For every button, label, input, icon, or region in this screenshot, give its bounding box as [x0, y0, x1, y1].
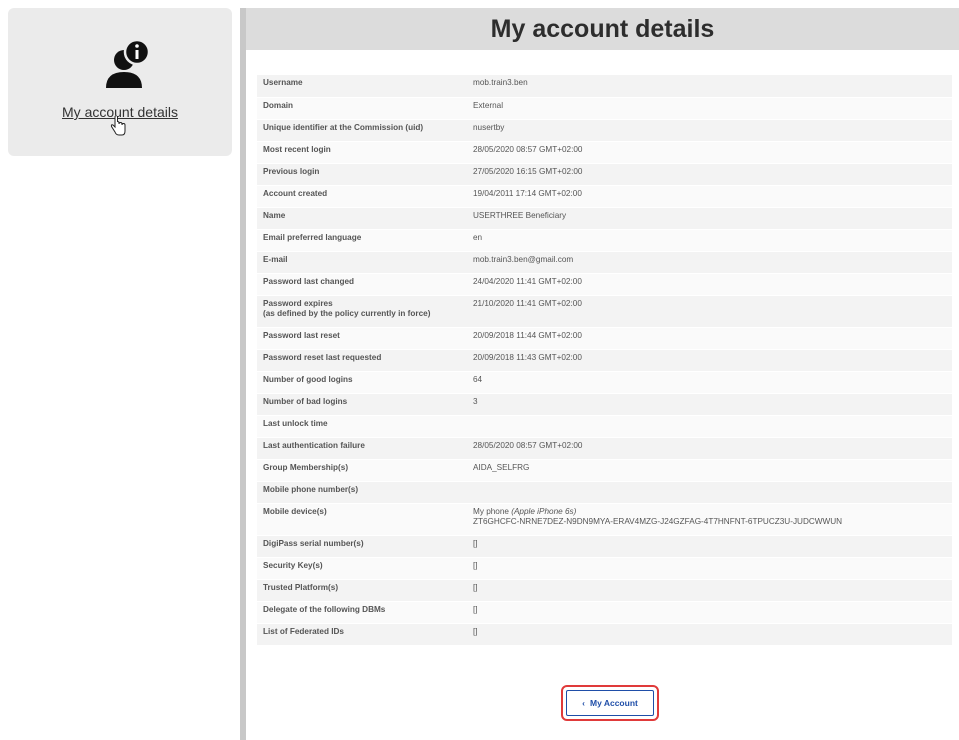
table-row: Password last changed 24/04/2020 11:41 GM… — [257, 273, 952, 296]
table-row: Group Membership(s) AIDA_SELFRG — [257, 459, 952, 482]
row-label: Unique identifier at the Commission (uid… — [257, 119, 467, 142]
row-label: Last unlock time — [257, 415, 467, 438]
row-value: nusertby — [467, 119, 952, 142]
row-value: 3 — [467, 393, 952, 416]
row-label: Mobile device(s) — [257, 503, 467, 536]
row-label: Last authentication failure — [257, 437, 467, 460]
device-model: (Apple iPhone 6s) — [511, 506, 577, 516]
hand-cursor-icon — [110, 116, 126, 136]
table-row: Mobile phone number(s) — [257, 481, 952, 504]
row-value: 24/04/2020 11:41 GMT+02:00 — [467, 273, 952, 296]
row-label: Password reset last requested — [257, 349, 467, 372]
row-value: mob.train3.ben@gmail.com — [467, 251, 952, 274]
table-row: Password last reset 20/09/2018 11:44 GMT+… — [257, 327, 952, 350]
table-row: Password expires (as defined by the poli… — [257, 295, 952, 328]
table-row: Last unlock time — [257, 415, 952, 438]
device-name: My phone (Apple iPhone 6s) — [473, 507, 946, 517]
row-label: Delegate of the following DBMs — [257, 601, 467, 624]
row-value: [] — [467, 579, 952, 602]
row-value: [] — [467, 535, 952, 558]
row-value: 27/05/2020 16:15 GMT+02:00 — [467, 163, 952, 186]
row-label: Number of bad logins — [257, 393, 467, 416]
row-label: Password expires (as defined by the poli… — [257, 295, 467, 328]
table-row: Number of good logins 64 — [257, 371, 952, 394]
row-value: 64 — [467, 371, 952, 394]
row-label: E-mail — [257, 251, 467, 274]
row-value: 19/04/2011 17:14 GMT+02:00 — [467, 185, 952, 208]
row-label-note: (as defined by the policy currently in f… — [263, 308, 431, 318]
table-row: Delegate of the following DBMs[] — [257, 601, 952, 624]
row-label: Mobile phone number(s) — [257, 481, 467, 504]
table-row: Unique identifier at the Commission (uid… — [257, 119, 952, 142]
row-value: External — [467, 97, 952, 120]
details-panel: Username mob.train3.ben Domain External Un… — [246, 50, 959, 740]
row-label: Trusted Platform(s) — [257, 579, 467, 602]
row-value: mob.train3.ben — [467, 75, 952, 98]
table-row: Account created 19/04/2011 17:14 GMT+02:0… — [257, 185, 952, 208]
account-info-icon — [106, 38, 151, 88]
table-row: E-mail mob.train3.ben@gmail.com — [257, 251, 952, 274]
row-value: [] — [467, 623, 952, 646]
table-row: Trusted Platform(s)[] — [257, 579, 952, 602]
row-label: Number of good logins — [257, 371, 467, 394]
row-value: 28/05/2020 08:57 GMT+02:00 — [467, 141, 952, 164]
row-value: [] — [467, 601, 952, 624]
row-value — [467, 415, 952, 438]
row-label: List of Federated IDs — [257, 623, 467, 646]
table-row: Most recent login 28/05/2020 08:57 GMT+02… — [257, 141, 952, 164]
row-label: Username — [257, 75, 467, 98]
row-value: [] — [467, 557, 952, 580]
table-row: DigiPass serial number(s)[] — [257, 535, 952, 558]
row-value: 20/09/2018 11:44 GMT+02:00 — [467, 327, 952, 350]
table-row: Mobile device(s) My phone (Apple iPhone … — [257, 503, 952, 536]
table-row: Number of bad logins 3 — [257, 393, 952, 416]
row-label: Name — [257, 207, 467, 230]
table-row: List of Federated IDs[] — [257, 623, 952, 646]
row-value: AIDA_SELFRG — [467, 459, 952, 482]
device-name-text: My phone — [473, 506, 512, 516]
row-value: 28/05/2020 08:57 GMT+02:00 — [467, 437, 952, 460]
row-label: Account created — [257, 185, 467, 208]
table-row: Email preferred language en — [257, 229, 952, 252]
row-value: en — [467, 229, 952, 252]
row-value: 21/10/2020 11:41 GMT+02:00 — [467, 295, 952, 328]
my-account-button[interactable]: ‹ My Account — [566, 690, 654, 716]
row-label: Password last changed — [257, 273, 467, 296]
row-label-main: Password expires — [263, 298, 333, 308]
row-value: 20/09/2018 11:43 GMT+02:00 — [467, 349, 952, 372]
account-details-table: Username mob.train3.ben Domain External Un… — [257, 75, 952, 646]
row-label: Password last reset — [257, 327, 467, 350]
row-value: USERTHREE Beneficiary — [467, 207, 952, 230]
table-row: Domain External — [257, 97, 952, 120]
row-label: Group Membership(s) — [257, 459, 467, 482]
row-label: Previous login — [257, 163, 467, 186]
row-label: Domain — [257, 97, 467, 120]
table-row: Previous login 27/05/2020 16:15 GMT+02:00 — [257, 163, 952, 186]
table-row: Username mob.train3.ben — [257, 75, 952, 98]
row-label: Email preferred language — [257, 229, 467, 252]
row-label: DigiPass serial number(s) — [257, 535, 467, 558]
row-label: Most recent login — [257, 141, 467, 164]
sidebar-card[interactable]: My account details — [8, 8, 232, 156]
table-row: Name USERTHREE Beneficiary — [257, 207, 952, 230]
page-title: My account details — [246, 8, 959, 50]
row-value — [467, 481, 952, 504]
table-row: Password reset last requested 20/09/2018 … — [257, 349, 952, 372]
my-account-button-label: My Account — [589, 698, 638, 708]
table-row: Security Key(s)[] — [257, 557, 952, 580]
table-row: Last authentication failure 28/05/2020 08… — [257, 437, 952, 460]
row-value: My phone (Apple iPhone 6s) ZT6GHCFC-NRNE… — [467, 503, 952, 536]
chevron-left-icon: ‹ — [582, 698, 585, 708]
row-label: Security Key(s) — [257, 557, 467, 580]
device-id: ZT6GHCFC-NRNE7DEZ-N9DN9MYA-ERAV4MZG-J24G… — [473, 516, 843, 526]
